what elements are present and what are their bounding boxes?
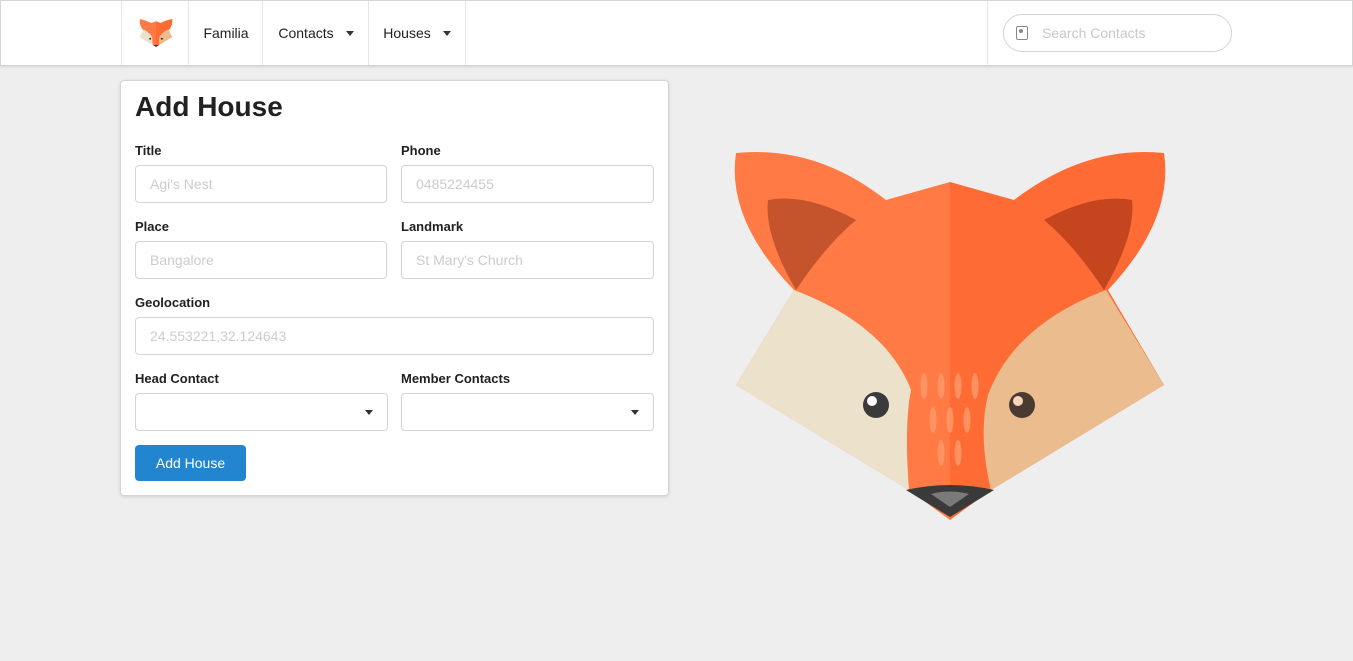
- chevron-down-icon: [345, 30, 354, 36]
- member-contacts-select[interactable]: [401, 393, 654, 431]
- head-contact-label: Head Contact: [135, 371, 219, 386]
- search-menu-item: [987, 1, 1353, 65]
- add-house-button[interactable]: Add House: [135, 445, 246, 481]
- landmark-field[interactable]: [401, 241, 654, 279]
- search-input[interactable]: [1042, 25, 1222, 41]
- add-house-card: Add House Title Phone Place Landmark Geo…: [120, 80, 669, 496]
- title-label: Title: [135, 143, 162, 158]
- nav-item-familia-label: Familia: [203, 25, 249, 41]
- page-title: Add House: [135, 91, 283, 122]
- nav-item-houses[interactable]: Houses: [368, 1, 466, 65]
- fox-logo-icon: [139, 19, 172, 47]
- top-menu-bar: Familia Contacts Houses: [0, 0, 1353, 66]
- geolocation-label: Geolocation: [135, 295, 211, 310]
- search-box: [1003, 14, 1232, 52]
- geolocation-field[interactable]: [135, 317, 654, 355]
- phone-label: Phone: [401, 143, 441, 158]
- chevron-down-icon: [365, 410, 373, 415]
- landmark-label: Landmark: [401, 219, 464, 234]
- nav-item-familia[interactable]: Familia: [188, 1, 263, 65]
- fox-face-illustration: [734, 151, 1166, 520]
- title-field[interactable]: [135, 165, 387, 203]
- head-contact-select[interactable]: [135, 393, 388, 431]
- nav-item-contacts[interactable]: Contacts: [262, 1, 369, 65]
- member-contacts-label: Member Contacts: [401, 371, 511, 386]
- chevron-down-icon: [631, 410, 639, 415]
- place-field[interactable]: [135, 241, 387, 279]
- phone-field[interactable]: [401, 165, 654, 203]
- nav-item-houses-label: Houses: [383, 25, 431, 41]
- chevron-down-icon: [442, 30, 451, 36]
- contact-card-icon: [1016, 26, 1028, 40]
- nav-item-contacts-label: Contacts: [278, 25, 334, 41]
- place-label: Place: [135, 219, 169, 234]
- logo-link[interactable]: [121, 1, 189, 65]
